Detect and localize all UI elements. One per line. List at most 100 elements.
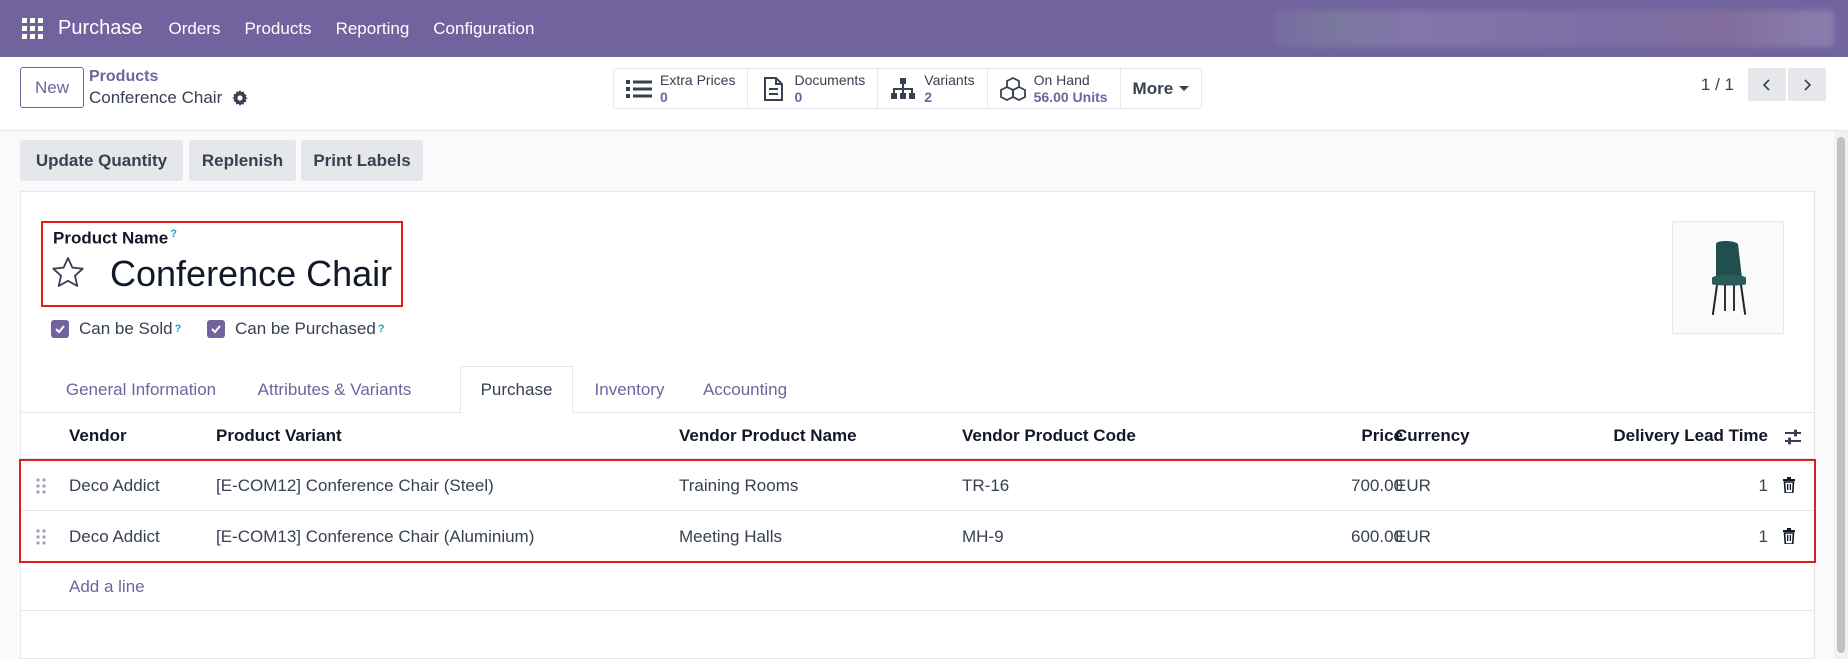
product-name-label-text: Product Name: [53, 228, 169, 248]
variants-value: 2: [924, 88, 933, 105]
scrollbar-thumb[interactable]: [1837, 137, 1845, 653]
cell-vendor[interactable]: Deco Addict: [69, 476, 160, 496]
drag-handle-icon[interactable]: [35, 528, 47, 546]
apps-grid-icon[interactable]: [22, 17, 44, 40]
column-header-product-variant[interactable]: Product Variant: [216, 426, 342, 446]
cell-vendor-product-name[interactable]: Meeting Halls: [679, 527, 782, 547]
menu-reporting[interactable]: Reporting: [336, 19, 410, 39]
gear-icon[interactable]: [232, 90, 249, 106]
product-name-label: Product Name?: [53, 228, 177, 249]
notebook-tabs: General Information Attributes & Variant…: [21, 366, 1814, 414]
can-be-purchased-field[interactable]: Can be Purchased?: [207, 319, 385, 339]
replenish-button[interactable]: Replenish: [189, 140, 296, 181]
cell-delivery-lead-time[interactable]: 1: [1759, 476, 1768, 496]
breadcrumb: Products Conference Chair: [89, 67, 249, 109]
column-header-vendor-product-code[interactable]: Vendor Product Code: [962, 426, 1136, 446]
table-row[interactable]: Deco Addict [E-COM13] Conference Chair (…: [21, 512, 1814, 562]
cell-vendor-product-code[interactable]: MH-9: [962, 527, 1004, 547]
drag-handle-icon[interactable]: [35, 477, 47, 495]
control-panel: New Products Conference Chair Extra Pric…: [0, 57, 1848, 131]
vertical-scrollbar[interactable]: [1834, 131, 1848, 659]
form-sheet: Product Name? Conference Chair Can be So…: [19, 191, 1816, 659]
pager-next-button[interactable]: [1788, 68, 1826, 101]
list-icon: [626, 79, 652, 98]
vendor-rows-group: Deco Addict [E-COM12] Conference Chair (…: [19, 459, 1816, 563]
cell-vendor-product-name[interactable]: Training Rooms: [679, 476, 798, 496]
extra-prices-value: 0: [660, 88, 668, 105]
cell-delivery-lead-time[interactable]: 1: [1759, 527, 1768, 547]
tab-general-information[interactable]: General Information: [47, 366, 235, 413]
product-name-input[interactable]: Conference Chair: [110, 253, 392, 295]
checkmark-icon: [55, 325, 65, 334]
cell-product-variant[interactable]: [E-COM12] Conference Chair (Steel): [216, 476, 494, 496]
tab-inventory[interactable]: Inventory: [574, 366, 685, 413]
update-quantity-button[interactable]: Update Quantity: [20, 140, 183, 181]
pager-previous-button[interactable]: [1748, 68, 1786, 101]
tab-purchase[interactable]: Purchase: [460, 366, 573, 414]
checkmark-icon: [211, 325, 221, 334]
on-hand-label: On Hand: [1033, 71, 1090, 88]
add-a-line-link[interactable]: Add a line: [69, 577, 145, 597]
tab-accounting[interactable]: Accounting: [685, 366, 805, 413]
breadcrumb-current: Conference Chair: [89, 87, 249, 109]
trash-icon[interactable]: [1782, 477, 1796, 493]
cell-currency[interactable]: EUR: [1395, 527, 1431, 547]
caret-down-icon: [1179, 86, 1190, 91]
top-navbar: Purchase Orders Products Reporting Confi…: [0, 0, 1848, 57]
extra-prices-label: Extra Prices: [660, 71, 736, 88]
documents-button[interactable]: Documents 0: [748, 69, 879, 108]
print-labels-button[interactable]: Print Labels: [301, 140, 423, 181]
smart-buttons: Extra Prices 0 Documents 0 Variants 2 On…: [613, 68, 1203, 109]
breadcrumb-parent-link[interactable]: Products: [89, 67, 248, 87]
cell-vendor[interactable]: Deco Addict: [69, 527, 160, 547]
optional-columns-sliders-icon[interactable]: [1784, 428, 1802, 446]
extra-prices-button[interactable]: Extra Prices 0: [614, 69, 749, 108]
chevron-right-icon: [1804, 78, 1812, 91]
cell-product-variant[interactable]: [E-COM13] Conference Chair (Aluminium): [216, 527, 534, 547]
tab-attributes-variants[interactable]: Attributes & Variants: [235, 366, 434, 413]
can-be-sold-label: Can be Sold: [79, 319, 173, 338]
product-name-field-group: Product Name? Conference Chair: [41, 221, 403, 307]
breadcrumb-current-label: Conference Chair: [89, 88, 223, 107]
on-hand-value: 56.00 Units: [1033, 88, 1108, 105]
variants-button[interactable]: Variants 2: [878, 69, 988, 108]
chevron-left-icon: [1762, 78, 1770, 91]
star-icon[interactable]: [51, 256, 85, 290]
can-be-sold-checkbox[interactable]: [51, 320, 69, 338]
variants-label: Variants: [924, 71, 975, 88]
help-tooltip-icon[interactable]: ?: [378, 323, 385, 335]
cell-currency[interactable]: EUR: [1395, 476, 1431, 496]
document-icon: [764, 76, 784, 101]
column-header-currency[interactable]: Currency: [1395, 426, 1470, 446]
chair-image-icon: [1711, 240, 1747, 315]
cubes-icon: [999, 76, 1026, 101]
menu-configuration[interactable]: Configuration: [433, 19, 534, 39]
can-be-purchased-checkbox[interactable]: [207, 320, 225, 338]
column-header-vendor-product-name[interactable]: Vendor Product Name: [679, 426, 857, 446]
menu-orders[interactable]: Orders: [169, 19, 221, 39]
on-hand-button[interactable]: On Hand 56.00 Units: [988, 69, 1121, 108]
menu-products[interactable]: Products: [244, 19, 311, 39]
navbar-systray-blurred: [1274, 10, 1834, 47]
vendor-table-header: Vendor Product Variant Vendor Product Na…: [21, 414, 1814, 459]
documents-label: Documents: [794, 71, 866, 88]
sitemap-icon: [891, 77, 916, 99]
help-tooltip-icon[interactable]: ?: [170, 228, 177, 240]
pager-value[interactable]: 1 / 1: [1701, 75, 1734, 95]
trash-icon[interactable]: [1782, 528, 1796, 544]
column-header-vendor[interactable]: Vendor: [69, 426, 127, 446]
app-name[interactable]: Purchase: [58, 17, 143, 40]
cell-vendor-product-code[interactable]: TR-16: [962, 476, 1009, 496]
can-be-purchased-label: Can be Purchased: [235, 319, 376, 338]
pager: 1 / 1: [1701, 68, 1826, 101]
new-button[interactable]: New: [20, 67, 84, 108]
more-label: More: [1132, 78, 1174, 98]
product-image[interactable]: [1672, 221, 1784, 334]
column-header-delivery-lead-time[interactable]: Delivery Lead Time: [1613, 426, 1768, 446]
table-row[interactable]: Deco Addict [E-COM12] Conference Chair (…: [21, 461, 1814, 511]
help-tooltip-icon[interactable]: ?: [175, 323, 182, 335]
can-be-sold-field[interactable]: Can be Sold?: [51, 319, 181, 339]
more-dropdown-button[interactable]: More: [1121, 69, 1202, 108]
divider: [21, 610, 1814, 611]
documents-value: 0: [794, 88, 803, 105]
